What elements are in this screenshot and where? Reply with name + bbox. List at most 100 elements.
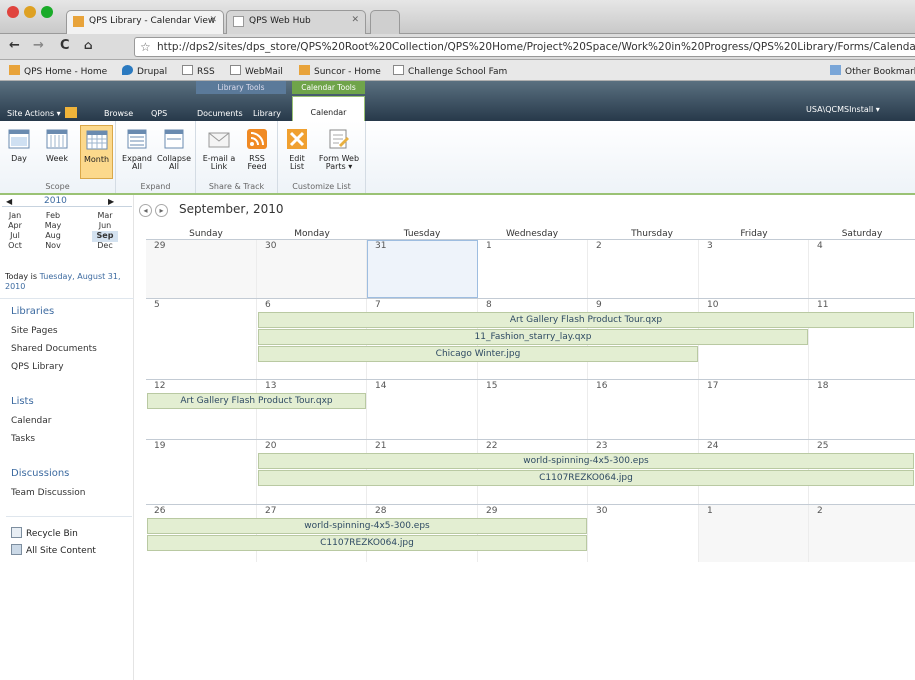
email-link-button[interactable]: E-mail a Link bbox=[200, 125, 238, 179]
day-cell[interactable] bbox=[588, 240, 699, 298]
close-tab-icon[interactable]: ✕ bbox=[209, 15, 217, 25]
month-jan[interactable]: Jan bbox=[2, 211, 28, 220]
form-web-parts-icon bbox=[329, 129, 349, 149]
weekday-friday: Friday bbox=[740, 229, 768, 239]
calendar-event[interactable]: world-spinning-4x5-300.eps bbox=[147, 518, 587, 534]
collapse-all-button[interactable]: Collapse All bbox=[156, 125, 192, 179]
nav-qps-library[interactable]: QPS Library bbox=[11, 362, 64, 372]
bookmark-star-icon[interactable]: ☆ bbox=[140, 40, 151, 54]
calendar-month-view: ◂ ▸ September, 2010 Sunday Monday Tuesday W… bbox=[134, 195, 915, 680]
user-menu[interactable]: USA\QCMSInstall ▾ bbox=[806, 105, 880, 118]
day-number: 5 bbox=[154, 300, 160, 310]
month-mar[interactable]: Mar bbox=[92, 211, 118, 220]
bookmark-webmail[interactable]: WebMail bbox=[230, 65, 283, 77]
next-month-arrow-icon[interactable]: ▸ bbox=[155, 204, 168, 217]
back-arrow-icon[interactable]: ← bbox=[9, 38, 20, 53]
sharepoint-favicon-icon bbox=[73, 16, 84, 27]
day-number: 9 bbox=[596, 300, 602, 310]
month-oct[interactable]: Oct bbox=[2, 241, 28, 250]
forward-arrow-icon[interactable]: → bbox=[33, 38, 44, 53]
bookmark-qps-home[interactable]: QPS Home - Home bbox=[9, 65, 107, 77]
nav-site-pages[interactable]: Site Pages bbox=[11, 326, 58, 336]
recycle-bin-icon bbox=[11, 527, 22, 538]
day-number: 1 bbox=[707, 506, 713, 516]
day-cell[interactable] bbox=[809, 505, 915, 562]
day-number: 21 bbox=[375, 441, 387, 451]
new-tab-button[interactable] bbox=[370, 10, 400, 34]
ribbon-tab-bar: Library Tools Calendar Tools Site Action… bbox=[0, 81, 915, 121]
home-icon[interactable]: ⌂ bbox=[84, 38, 93, 52]
previous-year-arrow-icon[interactable]: ◀ bbox=[6, 197, 12, 206]
group-scope: Day Week Month Scope bbox=[0, 121, 116, 194]
edit-list-button[interactable]: Edit List bbox=[282, 125, 312, 179]
calendar-event[interactable]: C1107REZKO064.jpg bbox=[258, 470, 914, 486]
day-label: Day bbox=[11, 154, 27, 163]
page-icon bbox=[230, 65, 241, 75]
day-cell[interactable] bbox=[478, 240, 588, 298]
tab-qps-web-hub[interactable]: QPS Web Hub ✕ bbox=[226, 10, 366, 34]
weekday-thursday: Thursday bbox=[631, 229, 673, 239]
day-cell[interactable] bbox=[146, 299, 257, 379]
month-apr[interactable]: Apr bbox=[2, 221, 28, 230]
nav-all-site-content[interactable]: All Site Content bbox=[11, 544, 96, 556]
nav-shared-documents[interactable]: Shared Documents bbox=[11, 344, 97, 354]
browser-toolbar: ← → C ⌂ ☆ http://dps2/sites/dps_store/QP… bbox=[0, 34, 915, 60]
bookmark-challenge-school[interactable]: Challenge School Fam bbox=[393, 65, 507, 77]
group-label-share-track: Share & Track bbox=[208, 182, 265, 191]
address-bar[interactable]: ☆ http://dps2/sites/dps_store/QPS%20Root… bbox=[134, 37, 915, 57]
calendar-event[interactable]: world-spinning-4x5-300.eps bbox=[258, 453, 914, 469]
month-dec[interactable]: Dec bbox=[92, 241, 118, 250]
day-cell[interactable] bbox=[699, 240, 809, 298]
tab-calendar[interactable]: Calendar bbox=[292, 96, 365, 121]
previous-month-arrow-icon[interactable]: ◂ bbox=[139, 204, 152, 217]
nav-team-discussion[interactable]: Team Discussion bbox=[11, 488, 86, 498]
reload-icon[interactable]: C bbox=[60, 38, 70, 53]
close-window-icon[interactable] bbox=[7, 6, 19, 18]
month-jun[interactable]: Jun bbox=[92, 221, 118, 230]
day-cell[interactable] bbox=[809, 299, 915, 379]
bookmark-rss[interactable]: RSS bbox=[182, 65, 215, 77]
day-number: 18 bbox=[817, 381, 829, 391]
day-number: 22 bbox=[486, 441, 498, 451]
group-label-customize-list: Customize List bbox=[292, 182, 351, 191]
next-year-arrow-icon[interactable]: ▶ bbox=[108, 197, 114, 206]
lists-header[interactable]: Lists bbox=[11, 396, 34, 407]
discussions-header[interactable]: Discussions bbox=[11, 468, 69, 479]
week-button[interactable]: Week bbox=[41, 125, 73, 179]
expand-all-button[interactable]: Expand All bbox=[120, 125, 154, 179]
month-aug[interactable]: Aug bbox=[40, 231, 66, 240]
day-number: 6 bbox=[265, 300, 271, 310]
month-jul[interactable]: Jul bbox=[2, 231, 28, 240]
tab-qps-library[interactable]: QPS Library - Calendar View ✕ bbox=[66, 10, 224, 34]
bookmark-suncor-home[interactable]: Suncor - Home bbox=[299, 65, 381, 77]
calendar-event[interactable]: Art Gallery Flash Product Tour.qxp bbox=[147, 393, 366, 409]
calendar-event[interactable]: Art Gallery Flash Product Tour.qxp bbox=[258, 312, 914, 328]
nav-tasks[interactable]: Tasks bbox=[11, 434, 35, 444]
rss-feed-button[interactable]: RSS Feed bbox=[242, 125, 272, 179]
zoom-window-icon[interactable] bbox=[41, 6, 53, 18]
day-number: 13 bbox=[265, 381, 277, 391]
month-may[interactable]: May bbox=[40, 221, 66, 230]
nav-recycle-bin[interactable]: Recycle Bin bbox=[11, 527, 78, 539]
libraries-header[interactable]: Libraries bbox=[11, 306, 54, 317]
bookmark-other[interactable]: Other Bookmarks bbox=[830, 65, 915, 77]
day-number: 4 bbox=[817, 241, 823, 251]
calendar-event[interactable]: C1107REZKO064.jpg bbox=[147, 535, 587, 551]
close-tab-icon[interactable]: ✕ bbox=[351, 15, 359, 25]
bookmark-drupal[interactable]: Drupal bbox=[122, 65, 167, 77]
month-button[interactable]: Month bbox=[80, 125, 113, 179]
calendar-event[interactable]: Chicago Winter.jpg bbox=[258, 346, 698, 362]
all-site-content-label: All Site Content bbox=[26, 546, 96, 556]
day-number: 7 bbox=[375, 300, 381, 310]
month-feb[interactable]: Feb bbox=[40, 211, 66, 220]
nav-calendar[interactable]: Calendar bbox=[11, 416, 51, 426]
minimize-window-icon[interactable] bbox=[24, 6, 36, 18]
day-cell[interactable] bbox=[809, 240, 915, 298]
month-nov[interactable]: Nov bbox=[40, 241, 66, 250]
day-button[interactable]: Day bbox=[5, 125, 33, 179]
calendar-event[interactable]: 11_Fashion_starry_lay.qxp bbox=[258, 329, 808, 345]
form-web-parts-button[interactable]: Form Web Parts ▾ bbox=[316, 125, 362, 179]
day-view-icon bbox=[8, 129, 30, 149]
day-cell[interactable] bbox=[699, 505, 809, 562]
navigate-up-icon[interactable] bbox=[65, 107, 77, 118]
